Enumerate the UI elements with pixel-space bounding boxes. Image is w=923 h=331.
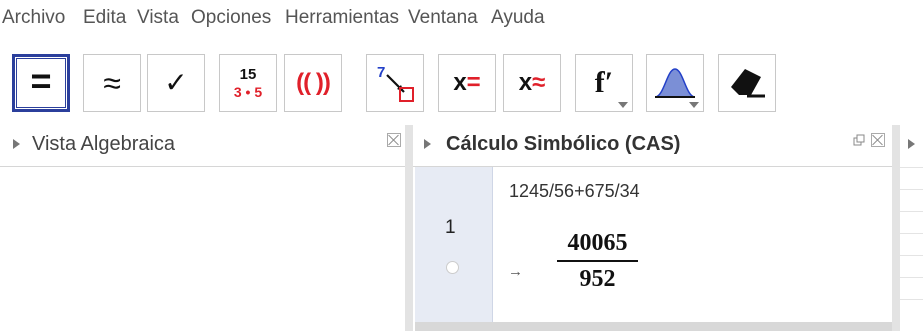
solve-icon: x= (453, 69, 481, 96)
eraser-icon (731, 69, 765, 98)
normal-distribution-icon (654, 68, 696, 98)
cas-row-number: 1 (445, 217, 456, 238)
cas-row-cell[interactable]: 1245/56+675/34 → 40065 952 (493, 167, 892, 322)
parentheses-icon: (( )) (296, 69, 331, 96)
grid-line (900, 211, 923, 212)
dropdown-triangle-icon (618, 102, 628, 108)
substitute-icon-number: 7 (377, 64, 385, 81)
close-icon[interactable] (387, 133, 401, 147)
factor-icon-bottom: 3 • 5 (233, 84, 263, 100)
approx-icon: ≈ (103, 65, 121, 101)
panel-divider[interactable] (892, 125, 900, 331)
equals-icon: = (30, 60, 52, 101)
probability-tool-button[interactable] (646, 54, 704, 112)
cas-view-title: Cálculo Simbólico (CAS) (446, 133, 681, 155)
cas-row-gutter[interactable]: 1 (415, 167, 493, 322)
menu-vista[interactable]: Vista (137, 7, 179, 29)
substitute-tool-button[interactable]: 7 (366, 54, 424, 112)
grid-line (900, 255, 923, 256)
grid-line (900, 277, 923, 278)
grid-line (900, 189, 923, 190)
solve-numerically-tool-button[interactable]: x≈ (503, 54, 561, 112)
close-icon[interactable] (871, 133, 885, 147)
algebra-view-content[interactable] (0, 167, 405, 331)
solve-tool-button[interactable]: x= (438, 54, 496, 112)
factor-tool-button[interactable]: 15 3 • 5 (219, 54, 277, 112)
grid-line (900, 167, 923, 168)
expand-arrow-icon[interactable] (908, 139, 915, 149)
numeric-tool-button[interactable]: ≈ (83, 54, 141, 112)
fraction-numerator: 40065 (567, 230, 628, 256)
cas-row-output: 40065 952 (555, 230, 640, 293)
cas-row-input[interactable]: 1245/56+675/34 (509, 181, 640, 202)
menu-ayuda[interactable]: Ayuda (491, 7, 545, 29)
expand-tool-button[interactable]: (( )) (284, 54, 342, 112)
menu-archivo[interactable]: Archivo (2, 7, 65, 29)
menu-herramientas[interactable]: Herramientas (285, 7, 399, 29)
factor-icon-top: 15 (239, 66, 257, 83)
cas-view-header: Cálculo Simbólico (CAS) (413, 125, 892, 167)
dropdown-triangle-icon (689, 102, 699, 108)
keep-input-tool-button[interactable]: ✓ (147, 54, 205, 112)
panel-divider[interactable] (405, 125, 413, 331)
checkmark-icon: ✓ (164, 67, 188, 98)
solve-numerically-icon: x≈ (518, 69, 546, 96)
algebra-view-header: Vista Algebraica (0, 125, 405, 167)
cas-toolbar: = ≈ ✓ 15 3 • 5 (( )) 7 x= x≈ f′ (0, 48, 923, 122)
fraction-denominator: 952 (579, 266, 616, 292)
delete-tool-button[interactable] (718, 54, 776, 112)
expand-arrow-icon[interactable] (424, 139, 431, 149)
undock-icon[interactable] (853, 134, 865, 146)
cas-output-arrow: → (508, 263, 523, 280)
cas-next-row[interactable] (415, 322, 893, 331)
grid-line (900, 233, 923, 234)
algebra-view-title: Vista Algebraica (32, 133, 176, 155)
derivative-icon: f′ (594, 66, 614, 99)
substitute-icon: 7 (377, 64, 414, 102)
fraction-bar (557, 260, 638, 262)
menu-bar: Archivo Edita Vista Opciones Herramienta… (0, 0, 923, 40)
menu-ventana[interactable]: Ventana (408, 7, 478, 29)
cas-row-visibility-toggle[interactable] (446, 261, 459, 274)
factor-icon: 15 3 • 5 (234, 67, 262, 99)
graphics-view[interactable] (900, 125, 923, 331)
derivative-tool-button[interactable]: f′ (575, 54, 633, 112)
evaluate-tool-button[interactable]: = (12, 54, 70, 112)
menu-opciones[interactable]: Opciones (191, 7, 271, 29)
grid-line (900, 299, 923, 300)
expand-arrow-icon[interactable] (13, 139, 20, 149)
menu-edita[interactable]: Edita (83, 7, 126, 29)
